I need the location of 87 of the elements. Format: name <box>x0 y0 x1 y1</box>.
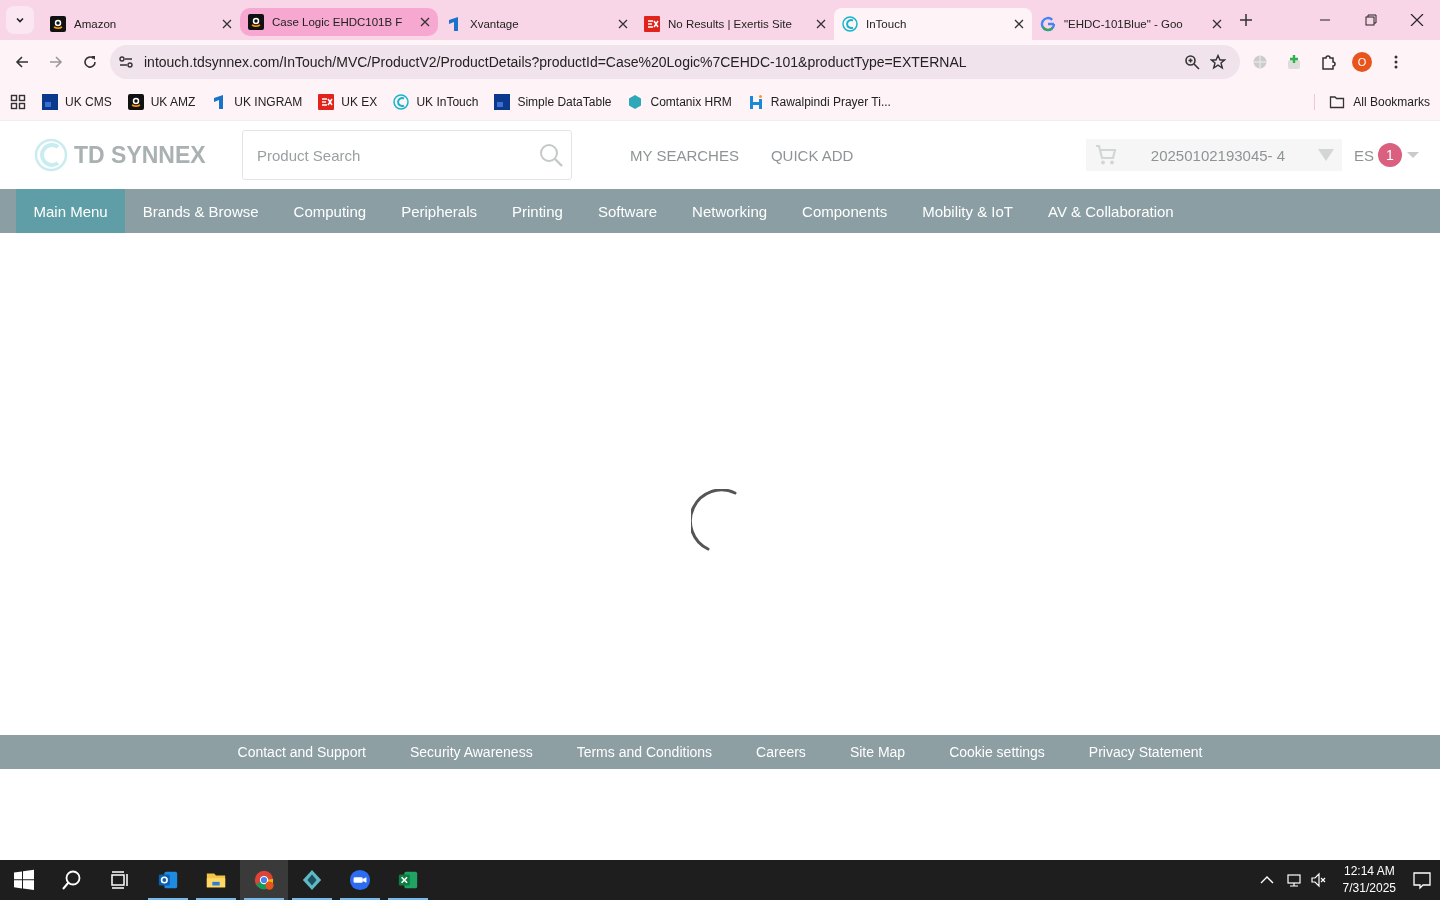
swirl-logo-icon <box>34 138 68 172</box>
datatable-favicon-icon <box>494 94 511 110</box>
menu-tab[interactable]: Mobility & IoT <box>904 189 1031 233</box>
exertis-favicon-icon <box>644 16 660 32</box>
chrome-icon <box>253 869 275 891</box>
diamond-app-icon <box>301 869 323 891</box>
bookmark-link[interactable]: UK InTouch <box>416 95 479 109</box>
amazon-favicon-icon <box>248 14 264 30</box>
datatable-favicon-icon <box>42 94 58 110</box>
network-icon[interactable] <box>1284 872 1301 888</box>
hexagon-icon <box>627 94 644 110</box>
google-icon <box>1040 16 1056 32</box>
browser-tab[interactable]: Amazon <box>42 8 240 40</box>
profile-avatar[interactable]: O <box>1352 52 1372 72</box>
menu-tab[interactable]: Networking <box>674 189 785 233</box>
apps-grid-icon[interactable] <box>10 94 26 110</box>
bookmark-link[interactable]: UK INGRAM <box>234 95 303 109</box>
menu-tab[interactable]: Printing <box>494 189 581 233</box>
excel-icon <box>397 869 419 891</box>
task-view-icon[interactable] <box>109 869 131 891</box>
zoom-icon <box>349 869 371 891</box>
close-icon[interactable] <box>618 19 628 29</box>
close-icon[interactable] <box>1014 19 1024 29</box>
cart-icon <box>1094 143 1118 167</box>
outlook-icon <box>157 869 179 891</box>
menu-tab[interactable]: Peripherals <box>383 189 495 233</box>
folder-icon[interactable] <box>1329 94 1346 110</box>
bookmark-link[interactable]: Rawalpindi Prayer Ti... <box>770 95 891 109</box>
footer-link[interactable]: Site Map <box>849 744 906 760</box>
footer-link[interactable]: Privacy Statement <box>1088 744 1203 760</box>
all-bookmarks-link[interactable]: All Bookmarks <box>1353 95 1430 109</box>
zoom-icon[interactable] <box>1184 54 1200 70</box>
h-logo-icon <box>747 94 764 110</box>
clock-date[interactable]: 7/31/2025 <box>1342 880 1396 897</box>
plus-extension-icon[interactable] <box>1286 54 1302 70</box>
close-icon[interactable] <box>420 17 430 27</box>
extensions-icon[interactable] <box>1320 54 1336 70</box>
brand-logo-text: TD SYNNEX <box>74 141 206 169</box>
footer-link[interactable]: Security Awareness <box>409 744 533 760</box>
footer-link[interactable]: Careers <box>756 744 806 760</box>
bookmark-link[interactable]: UK EX <box>341 95 378 109</box>
back-icon[interactable] <box>14 54 30 70</box>
header-link[interactable]: QUICK ADD <box>770 146 854 164</box>
menu-tab[interactable]: Main Menu <box>16 189 126 233</box>
header-link[interactable]: MY SEARCHES <box>630 146 739 164</box>
menu-tab[interactable]: Software <box>580 189 675 233</box>
cart-selector[interactable]: 20250102193045- 4 <box>1086 139 1342 171</box>
dropdown-icon <box>1318 148 1334 162</box>
user-initials[interactable]: ES <box>1354 146 1374 164</box>
swirl-logo-icon <box>842 16 858 32</box>
site-settings-icon[interactable] <box>118 54 134 70</box>
swirl-logo-icon <box>393 94 410 110</box>
menu-tab[interactable]: Components <box>784 189 905 233</box>
notifications-icon[interactable] <box>1412 870 1432 890</box>
chevron-down-icon[interactable] <box>15 15 25 25</box>
menu-tab[interactable]: AV & Collaboration <box>1030 189 1192 233</box>
footer-link[interactable]: Terms and Conditions <box>576 744 713 760</box>
notification-badge: 1 <box>1378 143 1402 167</box>
amazon-favicon-icon <box>50 16 66 32</box>
product-search-field[interactable]: Product Search <box>242 130 572 180</box>
footer-link[interactable]: Cookie settings <box>949 744 1045 760</box>
menu-tab[interactable]: Brands & Browse <box>125 189 277 233</box>
amazon-favicon-icon <box>127 94 144 110</box>
browser-tab[interactable]: Xvantage <box>438 8 636 40</box>
browser-tab[interactable]: "EHDC-101Blue" - Goo <box>1032 8 1230 40</box>
bookmark-link[interactable]: Simple DataTable <box>517 95 612 109</box>
exertis-favicon-icon <box>318 94 335 110</box>
bookmark-link[interactable]: UK AMZ <box>150 95 196 109</box>
footer-link[interactable]: Contact and Support <box>237 744 366 760</box>
close-icon[interactable] <box>222 19 232 29</box>
star-icon[interactable] <box>1210 54 1226 70</box>
close-icon[interactable] <box>816 19 826 29</box>
browser-tab[interactable]: InTouch <box>834 8 1032 40</box>
browser-tab[interactable]: No Results | Exertis Site <box>636 8 834 40</box>
new-tab-icon[interactable] <box>1240 14 1252 26</box>
browser-tab[interactable]: Case Logic EHDC101B F <box>240 8 438 36</box>
menu-tab[interactable]: Computing <box>276 189 384 233</box>
muted-speaker-icon[interactable] <box>1310 872 1327 888</box>
reload-icon[interactable] <box>82 54 98 70</box>
bookmark-link[interactable]: UK CMS <box>65 95 112 109</box>
forward-icon[interactable] <box>48 54 64 70</box>
bookmark-link[interactable]: Comtanix HRM <box>650 95 732 109</box>
search-icon[interactable] <box>61 869 83 891</box>
address-bar[interactable]: intouch.tdsynnex.com/InTouch/MVC/ProductV2/ProductDetails?productId=Case%20Logic%7CEHDC-101&productType=EXTERNAL <box>110 45 1240 79</box>
clock-time[interactable]: 12:14 AM <box>1343 863 1395 880</box>
close-icon[interactable] <box>1212 19 1222 29</box>
windows-start-icon[interactable] <box>13 869 35 891</box>
